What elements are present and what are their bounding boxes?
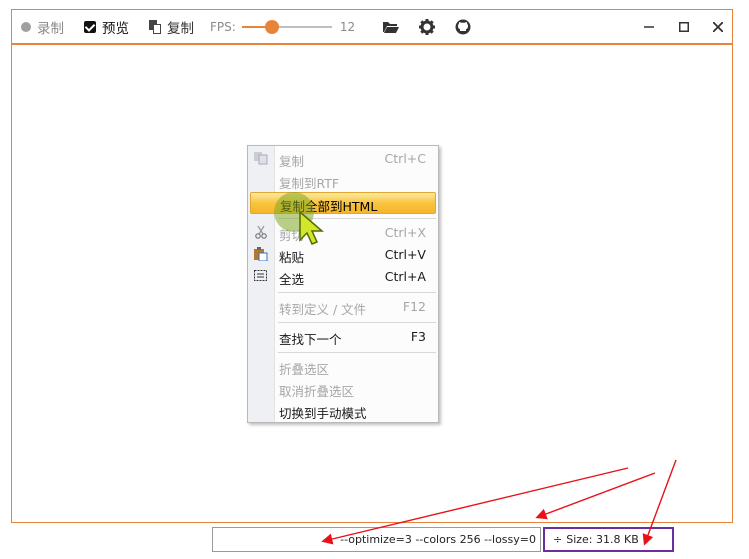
annotation-arrow: [321, 467, 629, 545]
annotation-arrow: [535, 472, 656, 520]
annotation-arrow: [642, 459, 677, 546]
annotation-arrows: [321, 459, 677, 546]
